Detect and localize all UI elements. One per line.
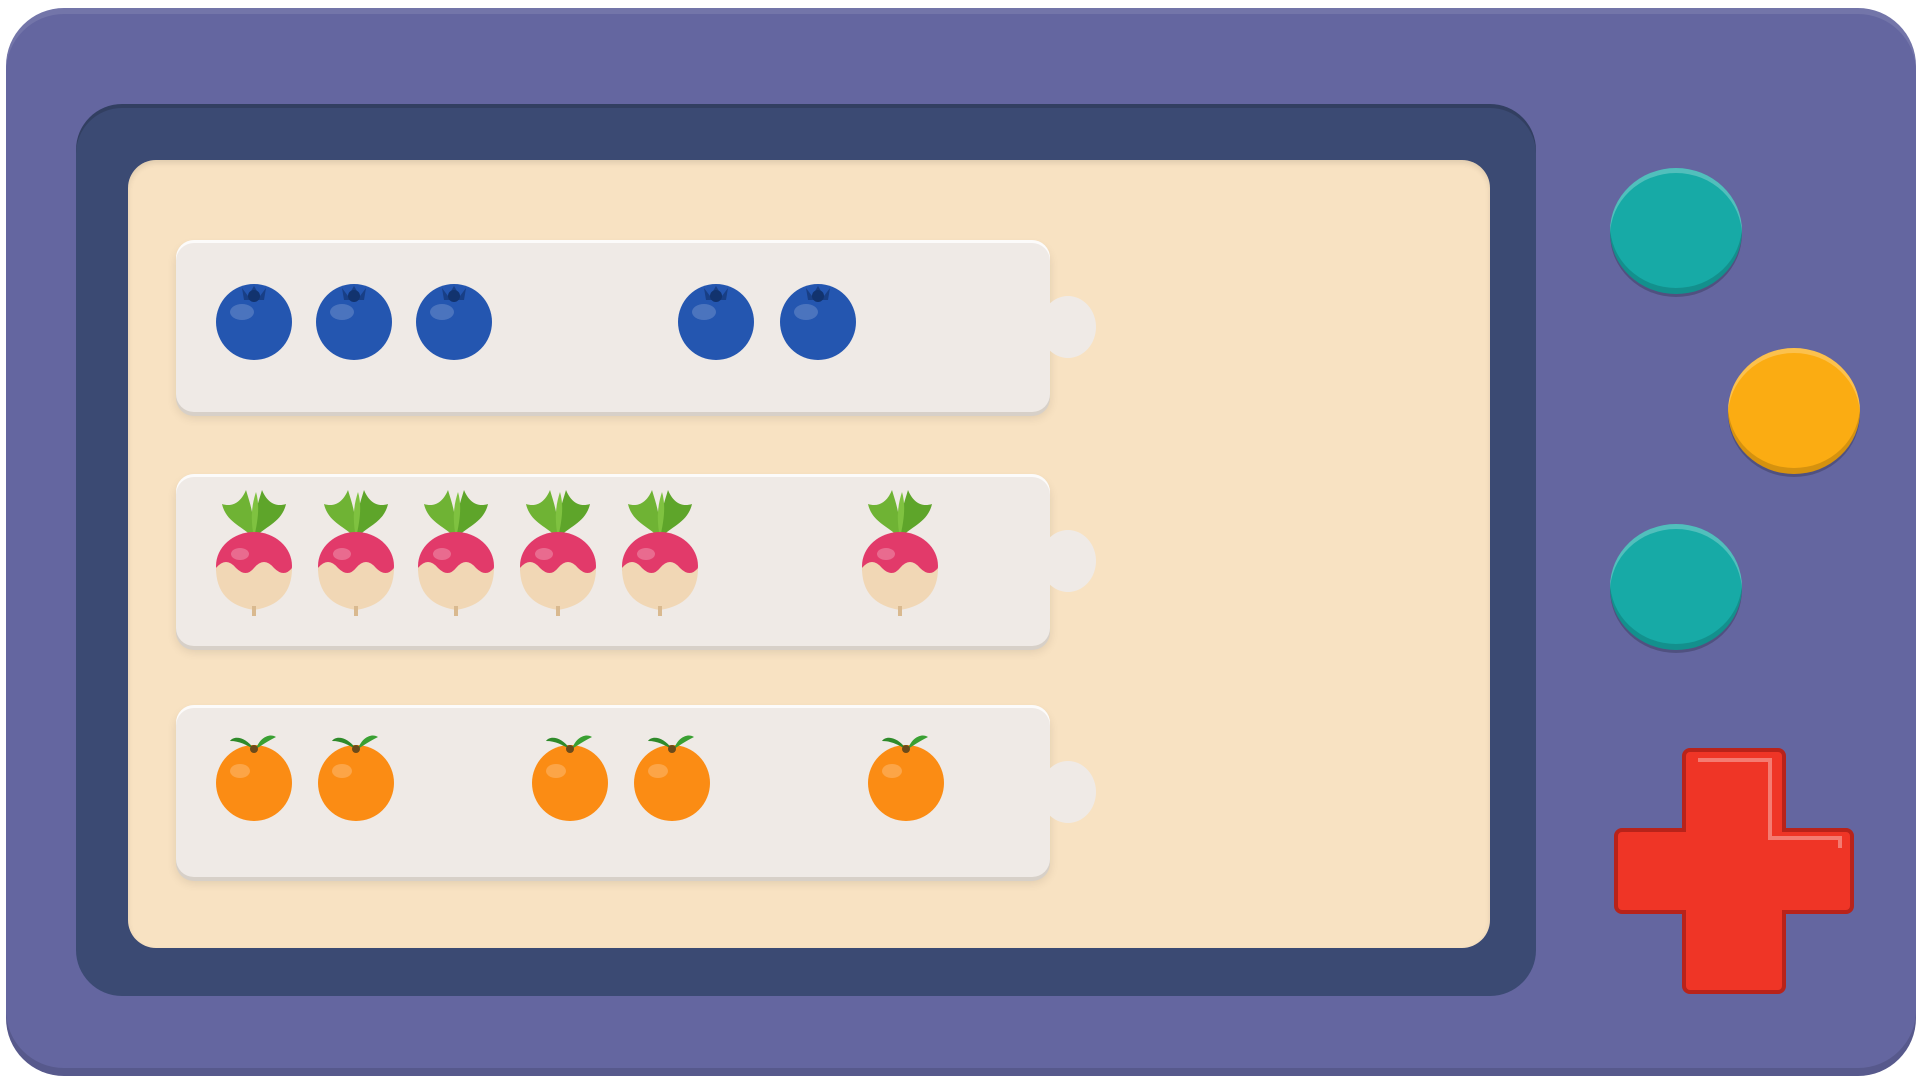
bottom-teal-button[interactable] (1610, 524, 1742, 650)
radish-icon[interactable] (858, 486, 942, 616)
plus-icon (1614, 748, 1854, 994)
dpad-cross[interactable] (1608, 742, 1860, 994)
radish-icon[interactable] (618, 486, 702, 616)
puzzle-tab (1040, 530, 1096, 592)
puzzle-strip[interactable] (176, 240, 1096, 412)
amber-button[interactable] (1728, 348, 1860, 474)
radish-icon[interactable] (314, 486, 398, 616)
puzzle-strip[interactable] (176, 474, 1096, 646)
blueberry-icon[interactable] (776, 276, 860, 360)
puzzle-strip[interactable] (176, 705, 1096, 877)
orange-icon[interactable] (630, 727, 714, 823)
orange-icon[interactable] (864, 727, 948, 823)
puzzle-tab (1040, 296, 1096, 358)
radish-icon[interactable] (414, 486, 498, 616)
blueberry-icon[interactable] (212, 276, 296, 360)
orange-icon[interactable] (314, 727, 398, 823)
blueberry-icon[interactable] (674, 276, 758, 360)
orange-icon[interactable] (528, 727, 612, 823)
puzzle-tab (1040, 761, 1096, 823)
top-teal-button[interactable] (1610, 168, 1742, 294)
radish-icon[interactable] (212, 486, 296, 616)
blueberry-icon[interactable] (412, 276, 496, 360)
radish-icon[interactable] (516, 486, 600, 616)
blueberry-icon[interactable] (312, 276, 396, 360)
orange-icon[interactable] (212, 727, 296, 823)
